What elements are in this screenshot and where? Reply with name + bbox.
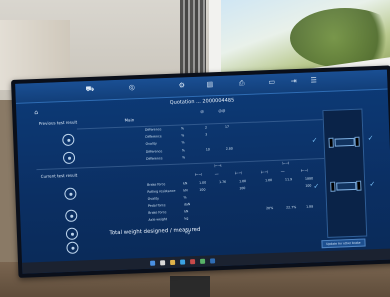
settings-icon[interactable]: ⚙ [177,81,186,89]
row-label: Difference [145,149,163,154]
check-icon: ✓ [367,134,374,143]
header-r2: — [280,168,285,174]
header-r3: ⊢⊣ [300,167,308,173]
rear-right-wheel [356,180,362,191]
row-value: 17 [224,124,230,129]
cell-value: 20% [266,206,274,211]
header-l3: ⊢⊣ [234,170,242,176]
check-icon: ✓ [369,180,376,189]
row-icon-6 [66,241,79,254]
row-icon-3 [64,187,77,201]
update-other-brake-button[interactable]: Update for other brake [321,238,366,249]
row-label: Ovality [145,141,157,146]
row-value: 10 [205,147,210,152]
print-icon[interactable]: ▤ [205,80,214,88]
total-weight-unit: kg [184,229,190,235]
check-icon: ✓ [311,136,318,145]
row-unit: % [181,148,185,153]
cell-value: 1880 [304,176,314,181]
row-unit: % [182,155,186,160]
cell-value: 1.00 [264,178,273,183]
cell-value: 1.00 [238,179,247,184]
row-label: Pedal force [147,203,166,208]
section-title-current: Current test result [40,172,78,179]
row-unit: % [180,126,185,131]
cell-value: 100 [199,187,206,192]
monitor-stand [170,276,210,297]
header-r1: ⊢⊣ [260,169,268,175]
row-unit: % [183,195,187,200]
row-unit: kg [184,216,189,221]
header-col-b: ◎◎ [218,107,226,114]
folder-icon[interactable] [170,259,176,266]
front-axle[interactable] [334,137,355,147]
cell-value: 11.9 [284,177,293,182]
wheel-icon[interactable]: ◎ [127,83,136,91]
header-axle-2: ⊢⊣ [282,160,290,166]
rear-axle[interactable] [336,181,357,191]
row-unit: % [181,140,185,145]
brake-test-app-screen: ⛟ ◎ ⚙ ▤ ⎙ ▭ ⇥ ☰ Quotation ... 2000004485… [15,69,390,274]
row-unit: kN [183,188,188,193]
row-value: 3 [205,132,208,137]
cable-bundle [180,0,206,82]
search-icon[interactable] [160,260,166,266]
row-value: 2.80 [225,146,233,151]
monitor: ⛟ ◎ ⚙ ▤ ⎙ ▭ ⇥ ☰ Quotation ... 2000004485… [11,65,390,278]
cell-value: 1.88 [306,204,314,209]
divider [76,118,329,130]
check-icon: ✓ [313,182,320,191]
row-label: Brake force [148,210,167,215]
header-axle-1: ⊢⊣ [214,162,222,169]
header-l1: ⊢⊣ [194,171,202,178]
row-icon-4 [65,209,78,223]
cell-value: 1.76 [218,179,227,185]
row-icon-5 [65,227,79,240]
cell-value: 1.00 [199,180,207,185]
cell-value: 22.7% [286,205,297,210]
row-unit: kN [183,181,188,186]
row-unit: % [181,133,185,138]
rear-left-wheel [330,181,336,192]
row-label: Rolling resistance [147,188,176,194]
header-col-a: ◎ [200,108,204,114]
printer-icon[interactable]: ⎙ [237,79,246,87]
app-icon[interactable] [190,259,196,265]
row-label: Brake force [147,182,166,187]
brake-app-icon[interactable] [209,258,216,264]
row-label: Difference [144,127,162,132]
home-icon[interactable]: ⌂ [34,109,38,116]
row-label: Difference [146,156,163,161]
display-icon[interactable]: ▭ [267,78,276,86]
row-unit: daN [183,202,191,207]
front-left-wheel [328,137,334,148]
row-icon-2 [62,151,76,165]
header-l2: — [214,171,219,177]
row-icon-1 [62,133,75,147]
photo-scene: ⛟ ◎ ⚙ ▤ ⎙ ▭ ⇥ ☰ Quotation ... 2000004485… [0,0,390,297]
export-icon[interactable]: ⇥ [289,77,298,85]
cell-value: 100 [305,183,312,188]
total-weight-label: Total weight designed / measured [95,226,215,238]
vehicle-axle-panel [322,108,368,238]
app-icon[interactable] [200,258,206,264]
browser-icon[interactable] [180,259,186,265]
front-right-wheel [354,136,360,147]
row-value: 2 [204,125,208,130]
row-label: Ovality [147,196,159,201]
cell-value: 100 [239,186,246,191]
truck-icon[interactable]: ⛟ [85,85,94,93]
row-unit: kN [184,209,189,214]
section-title-previous: Previous test result [38,119,78,126]
row-label: Axle weight [148,217,168,222]
header-main: Main [124,117,135,123]
start-icon[interactable] [150,260,156,266]
menu-icon[interactable]: ☰ [309,76,318,84]
row-label: Difference [145,134,162,139]
